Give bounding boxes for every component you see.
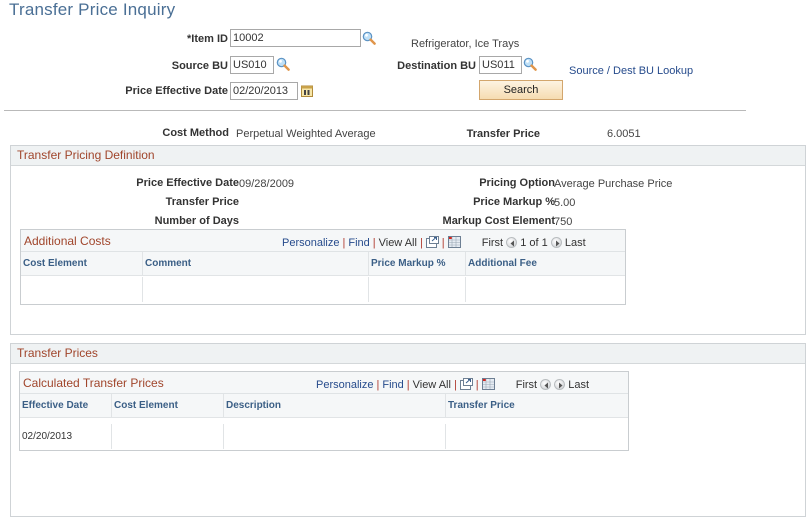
calculated-transfer-prices-grid: Calculated Transfer Prices Personalize | F… — [19, 371, 629, 451]
def-number-of-days-label: Number of Days — [154, 215, 239, 227]
cost-method-label: Cost Method — [162, 127, 229, 139]
destination-bu-label: Destination BU — [397, 60, 476, 72]
cell-cost-element — [21, 277, 143, 302]
def-price-effective-date-value: 09/28/2009 — [239, 178, 295, 190]
grid-navigation: Personalize | Find | View All | | First Last — [316, 378, 590, 393]
price-effective-date-input[interactable] — [230, 82, 298, 100]
transfer-prices-group: Transfer Prices Calculated Transfer Pric… — [10, 343, 806, 517]
item-id-label: *Item ID — [187, 33, 228, 45]
first-label: First — [515, 379, 538, 391]
row-count: 1 of 1 — [520, 237, 548, 249]
item-id-input[interactable] — [230, 29, 361, 47]
pricing-option-label: Pricing Option — [479, 177, 555, 189]
transfer-price-value: 6.0051 — [607, 128, 641, 140]
grid-navigation: Personalize | Find | View All | | First 1 of 1… — [282, 236, 586, 251]
download-spreadsheet-icon[interactable] — [481, 378, 495, 393]
source-bu-input[interactable] — [230, 56, 274, 74]
last-label: Last — [564, 237, 586, 249]
cell-comment — [143, 277, 369, 302]
markup-cost-element-value: 750 — [554, 216, 573, 228]
column-header-additional-fee: Additional Fee — [466, 252, 625, 276]
cell-transfer-price — [446, 424, 628, 449]
next-icon[interactable] — [550, 237, 562, 248]
cell-description — [224, 424, 446, 449]
cell-effective-date: 02/20/2013 — [20, 424, 112, 449]
view-all-link[interactable]: View All — [379, 237, 417, 249]
destination-bu-input[interactable] — [479, 56, 522, 74]
pricing-option-value: Average Purchase Price — [554, 178, 673, 190]
grid-title: Calculated Transfer Prices — [23, 376, 164, 390]
previous-icon[interactable] — [540, 379, 552, 390]
next-icon[interactable] — [554, 379, 566, 390]
source-dest-bu-lookup-link[interactable]: Source / Dest BU Lookup — [569, 65, 693, 77]
source-bu-lookup-icon[interactable] — [276, 57, 290, 74]
price-markup-label: Price Markup % — [473, 196, 555, 208]
column-header-price-markup: Price Markup % — [369, 252, 466, 276]
last-label: Last — [568, 379, 590, 391]
view-all-link[interactable]: View All — [413, 379, 451, 391]
find-link[interactable]: Find — [382, 379, 403, 391]
cost-method-value: Perpetual Weighted Average — [236, 128, 376, 140]
column-header-comment: Comment — [143, 252, 369, 276]
personalize-link[interactable]: Personalize — [282, 237, 339, 249]
divider — [4, 110, 746, 111]
markup-cost-element-label: Markup Cost Element — [442, 215, 555, 227]
group-title: Transfer Prices — [11, 344, 805, 364]
new-window-icon[interactable] — [425, 236, 439, 251]
group-title: Transfer Pricing Definition — [11, 146, 805, 166]
grid-title: Additional Costs — [24, 234, 111, 248]
destination-bu-lookup-icon[interactable] — [523, 57, 537, 74]
item-id-lookup-icon[interactable] — [362, 31, 376, 48]
page-title: Transfer Price Inquiry — [9, 0, 176, 19]
new-window-icon[interactable] — [459, 378, 473, 393]
additional-costs-grid: Additional Costs Personalize | Find | View A… — [20, 229, 626, 305]
item-description: Refrigerator, Ice Trays — [411, 38, 520, 50]
price-effective-date-label: Price Effective Date — [125, 85, 228, 97]
cell-cost-element — [112, 424, 224, 449]
personalize-link[interactable]: Personalize — [316, 379, 373, 391]
cell-price-markup — [369, 277, 466, 302]
download-spreadsheet-icon[interactable] — [447, 236, 461, 251]
transfer-pricing-definition-group: Transfer Pricing Definition Price Effect… — [10, 145, 806, 335]
def-transfer-price-label: Transfer Price — [165, 196, 239, 208]
source-bu-label: Source BU — [171, 60, 228, 72]
transfer-price-label: Transfer Price — [466, 128, 540, 140]
column-header-transfer-price: Transfer Price — [446, 394, 628, 418]
column-header-cost-element: Cost Element — [21, 252, 143, 276]
first-label: First — [481, 237, 504, 249]
calendar-icon[interactable] — [301, 85, 313, 100]
cell-additional-fee — [466, 277, 625, 302]
find-link[interactable]: Find — [348, 237, 369, 249]
search-button[interactable]: Search — [479, 80, 563, 100]
column-header-description: Description — [224, 394, 446, 418]
column-header-cost-element: Cost Element — [112, 394, 224, 418]
price-markup-value: 5.00 — [554, 197, 576, 209]
column-header-effective-date: Effective Date — [20, 394, 112, 418]
def-price-effective-date-label: Price Effective Date — [136, 177, 239, 189]
previous-icon[interactable] — [506, 237, 518, 248]
